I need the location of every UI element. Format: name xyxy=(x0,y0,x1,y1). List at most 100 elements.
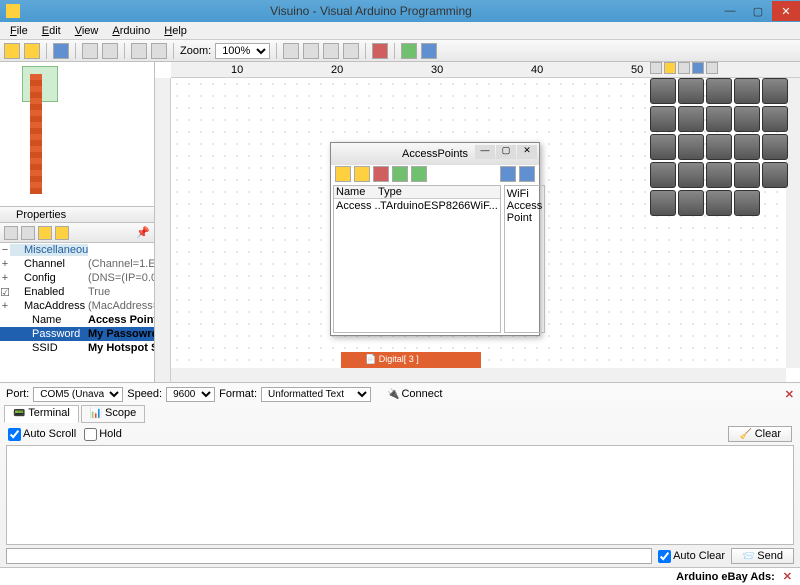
palette-item[interactable] xyxy=(678,134,704,160)
port-select[interactable]: COM5 (Unava xyxy=(33,387,123,402)
redo-icon[interactable] xyxy=(151,43,167,59)
zoom-in-icon[interactable] xyxy=(283,43,299,59)
palette-item[interactable] xyxy=(706,190,732,216)
pal-tree-icon[interactable] xyxy=(706,62,718,74)
arduino-icon[interactable] xyxy=(421,43,437,59)
send-button[interactable]: 📨 Send xyxy=(731,548,794,564)
ruler-vertical xyxy=(155,78,171,382)
palette-item[interactable] xyxy=(650,78,676,104)
connect-button[interactable]: 🔌 Connect xyxy=(387,388,442,400)
panel-close-icon[interactable]: ✕ xyxy=(785,388,794,401)
close-button[interactable]: ✕ xyxy=(772,1,800,21)
palette-item[interactable] xyxy=(706,106,732,132)
menu-help[interactable]: Help xyxy=(158,24,193,38)
speed-select[interactable]: 9600 xyxy=(166,387,215,402)
pal-search-icon[interactable] xyxy=(650,62,662,74)
palette-item[interactable] xyxy=(734,134,760,160)
titlebar: Visuino - Visual Arduino Programming — ▢… xyxy=(0,0,800,22)
zoom-sel-icon[interactable] xyxy=(343,43,359,59)
dialog-list[interactable]: NameType Access ... TArduinoESP8266WiF..… xyxy=(333,185,501,333)
upload-icon[interactable] xyxy=(401,43,417,59)
pin-icon[interactable]: 📌 xyxy=(136,226,150,239)
palette-item[interactable] xyxy=(650,162,676,188)
properties-list[interactable]: −Miscellaneous +Channel(Channel=1.Enable… xyxy=(0,243,154,382)
menu-file[interactable]: File xyxy=(4,24,34,38)
palette-item[interactable] xyxy=(762,162,788,188)
dlg-down-icon[interactable] xyxy=(411,166,427,182)
prop-cat-icon[interactable] xyxy=(4,226,18,240)
palette-item[interactable] xyxy=(706,134,732,160)
palette-item[interactable] xyxy=(706,78,732,104)
prop-collapse-icon[interactable] xyxy=(55,226,69,240)
zoom-fit-icon[interactable] xyxy=(323,43,339,59)
palette-item[interactable] xyxy=(650,134,676,160)
format-select[interactable]: Unformatted Text xyxy=(261,387,371,402)
pal-list-icon[interactable] xyxy=(692,62,704,74)
properties-header: Properties xyxy=(0,207,154,223)
palette-item[interactable] xyxy=(650,106,676,132)
speed-label: Speed: xyxy=(127,388,162,400)
palette-item[interactable] xyxy=(762,134,788,160)
dialog-toolbar xyxy=(331,165,539,183)
scrollbar-h[interactable] xyxy=(171,368,786,382)
maximize-button[interactable]: ▢ xyxy=(744,1,772,21)
menu-edit[interactable]: Edit xyxy=(36,24,67,38)
node-digital[interactable]: 📄 Digital[ 3 ] xyxy=(341,352,481,368)
properties-toolbar: 📌 xyxy=(0,223,154,243)
new-icon[interactable] xyxy=(4,43,20,59)
snap-icon[interactable] xyxy=(102,43,118,59)
open-icon[interactable] xyxy=(24,43,40,59)
palette-item[interactable] xyxy=(678,190,704,216)
menu-arduino[interactable]: Arduino xyxy=(106,24,156,38)
palette-item[interactable] xyxy=(762,78,788,104)
hold-checkbox[interactable]: Hold xyxy=(84,428,122,441)
dialog-title: AccessPoints xyxy=(402,148,468,160)
prop-sort-icon[interactable] xyxy=(21,226,35,240)
dlg-del-icon[interactable] xyxy=(373,166,389,182)
palette-item[interactable] xyxy=(678,162,704,188)
autoclear-checkbox[interactable]: Auto Clear xyxy=(658,550,725,563)
tab-terminal[interactable]: 📟 Terminal xyxy=(4,405,79,423)
dialog-palette[interactable]: WiFi Access Point xyxy=(504,185,545,333)
dialog-max-button[interactable]: ▢ xyxy=(496,145,516,159)
pal-cat-icon[interactable] xyxy=(678,62,690,74)
dlg-up-icon[interactable] xyxy=(392,166,408,182)
palette-item[interactable] xyxy=(734,78,760,104)
dialog-titlebar[interactable]: AccessPoints — ▢ ✕ xyxy=(331,143,539,165)
palette-item[interactable] xyxy=(734,106,760,132)
clear-button[interactable]: 🧹 Clear xyxy=(728,426,792,442)
terminal-output[interactable] xyxy=(6,445,794,545)
terminal-input[interactable] xyxy=(6,548,652,564)
delete-icon[interactable] xyxy=(372,43,388,59)
prop-expand-icon[interactable] xyxy=(38,226,52,240)
ads-close-icon[interactable]: ✕ xyxy=(783,570,792,583)
dialog-close-button[interactable]: ✕ xyxy=(517,145,537,159)
palette-item[interactable] xyxy=(650,190,676,216)
dlg-add-icon[interactable] xyxy=(335,166,351,182)
palette-item[interactable] xyxy=(734,162,760,188)
palette-item[interactable] xyxy=(762,106,788,132)
dialog-min-button[interactable]: — xyxy=(475,145,495,159)
dlg-view2-icon[interactable] xyxy=(519,166,535,182)
menu-view[interactable]: View xyxy=(69,24,105,38)
palette-item[interactable] xyxy=(678,106,704,132)
grid-icon[interactable] xyxy=(82,43,98,59)
preview-pane[interactable] xyxy=(0,62,154,207)
minimize-button[interactable]: — xyxy=(716,1,744,21)
list-item[interactable]: Access ... TArduinoESP8266WiF... xyxy=(334,199,500,213)
pal-star-icon[interactable] xyxy=(664,62,676,74)
tab-scope[interactable]: 📊 Scope xyxy=(81,405,145,423)
dlg-view1-icon[interactable] xyxy=(500,166,516,182)
port-label: Port: xyxy=(6,388,29,400)
save-icon[interactable] xyxy=(53,43,69,59)
autoscroll-checkbox[interactable]: Auto Scroll xyxy=(8,428,76,441)
zoom-out-icon[interactable] xyxy=(303,43,319,59)
dlg-fav-icon[interactable] xyxy=(354,166,370,182)
undo-icon[interactable] xyxy=(131,43,147,59)
palette-item[interactable] xyxy=(734,190,760,216)
zoom-select[interactable]: 100% xyxy=(215,43,270,59)
palette-item[interactable] xyxy=(706,162,732,188)
menubar: File Edit View Arduino Help xyxy=(0,22,800,40)
ads-label: Arduino eBay Ads: xyxy=(676,571,775,583)
palette-item[interactable] xyxy=(678,78,704,104)
